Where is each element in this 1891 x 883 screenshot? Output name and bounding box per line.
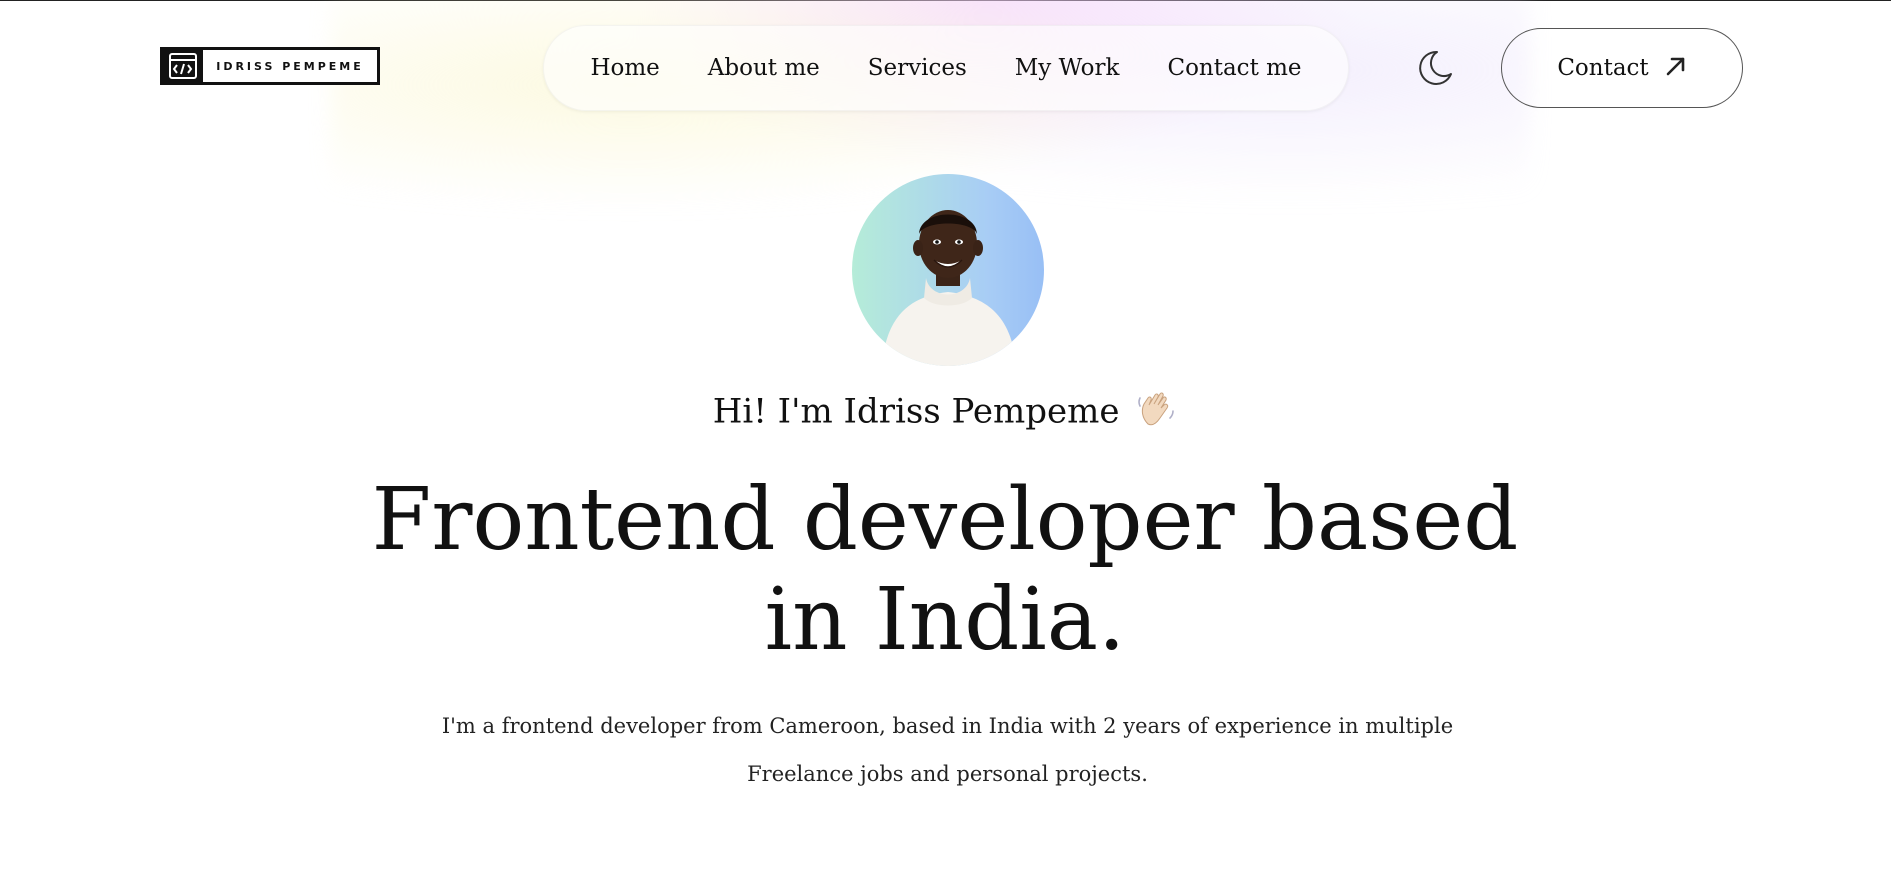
logo-text: IDRISS PEMPEME <box>216 59 364 73</box>
hero-greeting: Hi! I'm Idriss Pempeme <box>0 388 1891 439</box>
code-window-icon <box>163 50 203 82</box>
nav-item-home[interactable]: Home <box>590 55 659 81</box>
hero-headline: Frontend developer based in India. <box>345 470 1545 670</box>
greeting-text: Hi! I'm Idriss Pempeme <box>712 391 1120 432</box>
arrow-up-right-icon <box>1665 55 1687 81</box>
headline-line-1: Frontend developer based <box>371 470 1519 570</box>
moon-icon[interactable] <box>1415 48 1455 88</box>
nav-item-contact-me[interactable]: Contact me <box>1167 55 1301 81</box>
contact-button[interactable]: Contact <box>1501 28 1743 108</box>
main-nav: Home About me Services My Work Contact m… <box>543 25 1349 111</box>
nav-item-services[interactable]: Services <box>868 55 967 81</box>
contact-button-label: Contact <box>1557 55 1649 81</box>
nav-item-my-work[interactable]: My Work <box>1015 55 1120 81</box>
headline-line-2: in India. <box>764 570 1126 670</box>
site-logo[interactable]: IDRISS PEMPEME <box>160 47 380 85</box>
nav-item-about-me[interactable]: About me <box>708 55 820 81</box>
waving-hand-icon <box>1136 388 1178 439</box>
hero-intro: I'm a frontend developer from Cameroon, … <box>441 714 1454 786</box>
top-border <box>0 0 1891 1</box>
avatar <box>852 174 1044 366</box>
